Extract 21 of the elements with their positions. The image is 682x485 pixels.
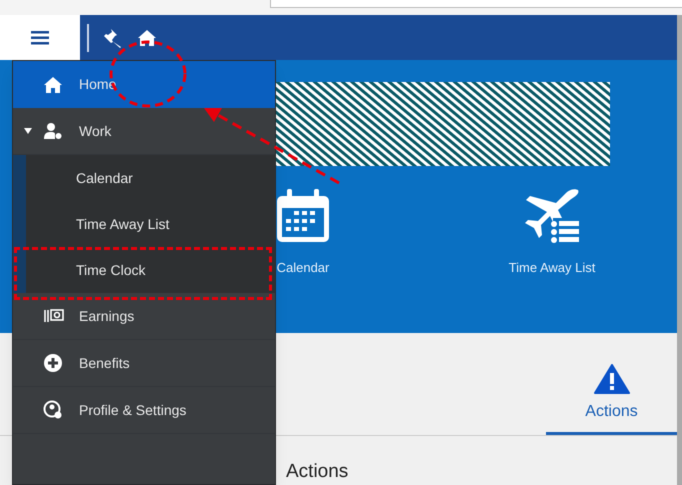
tile-link[interactable]: Calendar [276, 258, 330, 278]
person-gear-icon [43, 122, 63, 140]
home-icon[interactable] [137, 28, 157, 46]
submenu-item[interactable]: Calendar [76, 168, 133, 188]
menu-item[interactable]: Profile & Settings [13, 387, 275, 434]
submenu-item[interactable]: Time Away List [76, 214, 170, 234]
menu-item[interactable]: Earnings [13, 293, 275, 340]
warning-icon [594, 364, 630, 394]
pin-icon[interactable] [103, 28, 123, 48]
submenu-item[interactable]: Time Clock [76, 260, 146, 280]
home-icon [43, 76, 63, 94]
calendar-icon [275, 188, 331, 244]
menu-item[interactable]: Work [13, 108, 275, 155]
profile-gear-icon [43, 400, 63, 420]
menu-item[interactable]: Benefits [13, 340, 275, 387]
section-heading: Actions [286, 462, 350, 481]
menu-item[interactable]: Home [13, 61, 275, 108]
plus-circle-icon [43, 353, 63, 373]
tile-link[interactable]: Time Away List [508, 258, 596, 278]
menu-icon [31, 30, 49, 44]
money-stack-icon [43, 308, 65, 324]
